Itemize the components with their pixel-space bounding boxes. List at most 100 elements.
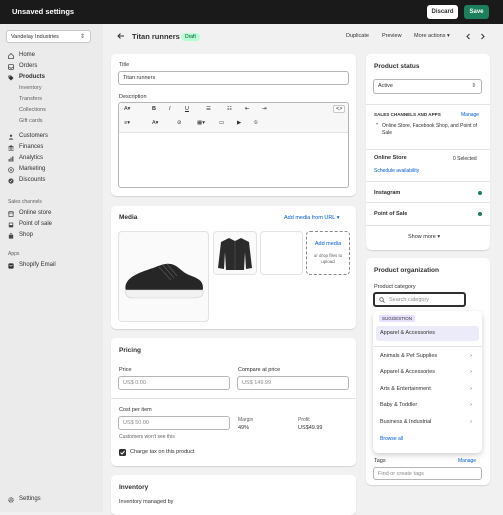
manage-channels-link[interactable]: Manage bbox=[461, 112, 479, 118]
pricing-heading: Pricing bbox=[119, 347, 142, 354]
sidebar-item-products[interactable]: Products bbox=[0, 72, 103, 83]
sidebar-item-label: Point of sale bbox=[19, 221, 53, 227]
manage-tags-link[interactable]: Manage bbox=[458, 458, 476, 464]
price-input[interactable]: US$ 0.00 bbox=[118, 376, 230, 390]
show-more-button[interactable]: Show more ▾ bbox=[408, 234, 440, 240]
category-option[interactable]: Animals & Pet Supplies › bbox=[380, 350, 474, 363]
sidebar-item-home[interactable]: Home bbox=[0, 50, 103, 61]
discount-icon bbox=[8, 178, 14, 184]
page-title: Titan runners bbox=[132, 32, 180, 41]
sidebar-item-orders[interactable]: Orders bbox=[0, 61, 103, 72]
sidebar-item-point-of-sale[interactable]: Point of sale bbox=[0, 219, 103, 230]
compare-price-input[interactable]: US$ 149.99 bbox=[237, 376, 349, 390]
sidebar-item-settings[interactable]: Settings bbox=[0, 494, 103, 505]
chevron-left-icon[interactable] bbox=[465, 33, 472, 40]
sidebar-item-shop[interactable]: Shop bbox=[0, 230, 103, 241]
category-option[interactable]: Apparel & Accessories › bbox=[380, 366, 474, 379]
rte-indent-icon[interactable]: ⇥ bbox=[262, 106, 267, 112]
more-actions-label: More actions bbox=[414, 33, 446, 39]
rte-clear-format-icon[interactable]: ⦸ bbox=[254, 120, 258, 127]
sidebar-item-marketing[interactable]: Marketing bbox=[0, 164, 103, 175]
rte-format-button[interactable]: A▾ bbox=[124, 106, 130, 112]
cost-input[interactable]: US$ 50.00 bbox=[118, 416, 230, 430]
sidebar: Vandelay Industries ⇕ Home Orders Product… bbox=[0, 24, 103, 512]
chevron-right-icon: › bbox=[470, 386, 472, 392]
chevron-updown-icon: ⇕ bbox=[471, 83, 476, 89]
tags-input[interactable]: Find or create tags bbox=[373, 467, 482, 480]
sidebar-item-discounts[interactable]: Discounts bbox=[0, 175, 103, 186]
status-badge: Draft bbox=[181, 33, 200, 41]
sidebar-item-label: Gift cards bbox=[19, 118, 43, 124]
sidebar-item-shopify-email[interactable]: Shopify Email bbox=[0, 260, 103, 271]
sidebar-item-online-store[interactable]: Online store bbox=[0, 208, 103, 219]
category-option-label: Arts & Entertainment bbox=[380, 386, 431, 392]
media-empty-slot[interactable] bbox=[260, 231, 303, 275]
preview-button[interactable]: Preview bbox=[382, 33, 402, 39]
category-search-input[interactable]: Search category bbox=[373, 292, 466, 307]
rte-code-view-icon[interactable]: <> bbox=[333, 105, 346, 113]
status-divider bbox=[366, 149, 490, 150]
discard-button[interactable]: Discard bbox=[427, 5, 458, 19]
schedule-availability-link[interactable]: Schedule availability bbox=[374, 168, 419, 174]
rte-link-icon[interactable]: ⊘ bbox=[177, 120, 182, 126]
channels-description: Online Store, Facebook Shop, and Point o… bbox=[382, 123, 478, 136]
bar-chart-icon bbox=[8, 156, 14, 162]
add-media-button[interactable]: Add media bbox=[307, 241, 349, 247]
sidebar-item-gift-cards[interactable]: Gift cards bbox=[0, 116, 103, 127]
sidebar-item-label: Discounts bbox=[19, 177, 46, 183]
browse-all-link[interactable]: Browse all bbox=[380, 436, 403, 442]
back-arrow-icon[interactable] bbox=[117, 32, 125, 40]
pos-icon bbox=[8, 222, 14, 228]
sidebar-item-customers[interactable]: Customers bbox=[0, 131, 103, 142]
home-icon bbox=[8, 53, 14, 59]
apps-label: Apps bbox=[8, 251, 20, 257]
sneaker-image bbox=[125, 263, 204, 299]
inventory-managed-label: Inventory managed by bbox=[119, 499, 174, 505]
media-heading: Media bbox=[119, 214, 138, 221]
more-actions-button[interactable]: More actions ▾ bbox=[414, 33, 450, 39]
price-label: Price bbox=[119, 367, 132, 373]
store-selector[interactable]: Vandelay Industries ⇕ bbox=[6, 30, 91, 43]
charge-tax-checkbox[interactable] bbox=[119, 449, 126, 456]
category-option[interactable]: Baby & Toddler › bbox=[380, 399, 474, 412]
rte-outdent-icon[interactable]: ⇤ bbox=[245, 106, 250, 112]
rte-text-color-icon[interactable]: A▾ bbox=[152, 120, 158, 126]
drop-hint: or drop files to upload bbox=[313, 253, 343, 264]
rte-align-icon[interactable]: ≡▾ bbox=[124, 120, 130, 126]
rte-bold-button[interactable]: B bbox=[152, 106, 156, 112]
rte-numbered-list-icon[interactable]: ☷ bbox=[227, 106, 232, 112]
add-media-dropzone[interactable]: Add media or drop files to upload bbox=[306, 231, 350, 275]
media-jacket-image[interactable] bbox=[213, 231, 257, 275]
rte-image-icon[interactable]: ▭ bbox=[219, 120, 224, 126]
media-shoe-image[interactable] bbox=[118, 231, 209, 322]
sidebar-item-collections[interactable]: Collections bbox=[0, 105, 103, 116]
sidebar-item-finances[interactable]: Finances bbox=[0, 142, 103, 153]
description-editor[interactable]: A▾ B I U ☰ ☷ ⇤ ⇥ <> ≡▾ A▾ ⊘ ▦▾ ▭ ▶ ⦸ bbox=[118, 102, 349, 188]
suggested-category-option[interactable]: Apparel & Accessories bbox=[376, 326, 479, 341]
category-option[interactable]: Business & Industrial › bbox=[380, 416, 474, 429]
sidebar-item-analytics[interactable]: Analytics bbox=[0, 153, 103, 164]
online-store-label: Online Store bbox=[374, 155, 407, 161]
sidebar-item-label: Home bbox=[19, 52, 36, 58]
save-button[interactable]: Save bbox=[464, 5, 489, 19]
sidebar-item-label: Shop bbox=[19, 232, 34, 238]
rte-video-icon[interactable]: ▶ bbox=[237, 120, 241, 126]
chevron-updown-icon: ⇕ bbox=[79, 34, 85, 40]
title-input[interactable]: Titan runners bbox=[118, 71, 349, 85]
rte-underline-button[interactable]: U bbox=[185, 106, 189, 112]
status-select[interactable]: Active ⇕ bbox=[373, 79, 482, 94]
duplicate-button[interactable]: Duplicate bbox=[346, 33, 369, 39]
category-option[interactable]: Arts & Entertainment › bbox=[380, 383, 474, 396]
status-divider bbox=[366, 181, 490, 182]
rte-bullet-list-icon[interactable]: ☰ bbox=[206, 106, 211, 112]
rte-italic-button[interactable]: I bbox=[169, 106, 171, 112]
add-media-from-url-link[interactable]: Add media from URL ▾ bbox=[284, 215, 339, 221]
sidebar-item-inventory[interactable]: Inventory bbox=[0, 83, 103, 94]
sidebar-item-transfers[interactable]: Transfers bbox=[0, 94, 103, 105]
tag-icon bbox=[8, 75, 14, 81]
rte-table-icon[interactable]: ▦▾ bbox=[197, 120, 205, 126]
sales-channels-label: Sales channels bbox=[8, 199, 42, 205]
pricing-card bbox=[111, 338, 356, 466]
chevron-right-icon[interactable] bbox=[479, 33, 486, 40]
sidebar-item-label: Collections bbox=[19, 107, 46, 113]
